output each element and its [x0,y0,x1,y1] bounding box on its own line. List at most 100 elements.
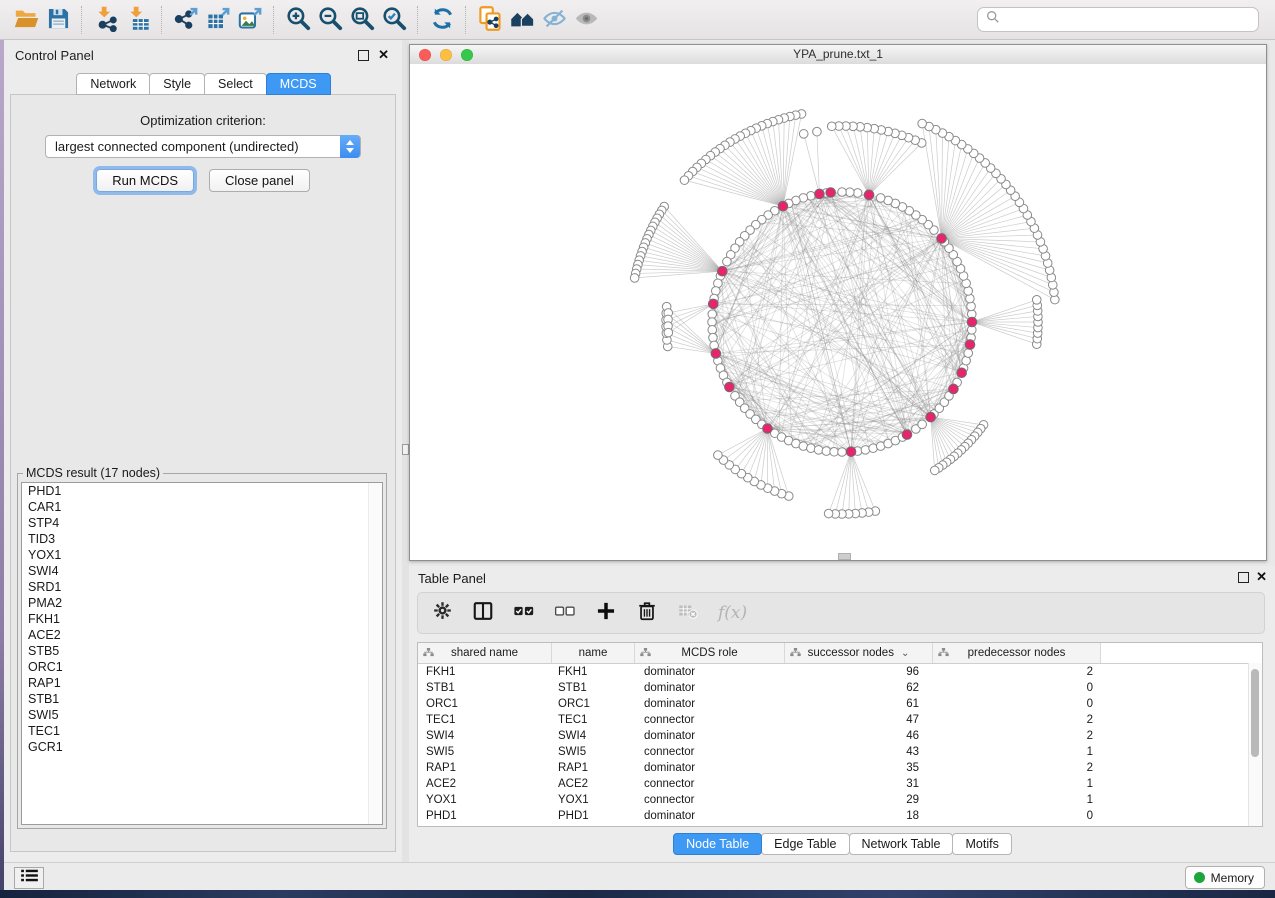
status-bar: Memory [4,862,1275,890]
mcds-result-item[interactable]: SRD1 [22,579,382,595]
optimization-criterion-select[interactable]: largest connected component (undirected) [45,135,361,158]
cell-name: SWI5 [552,746,635,758]
tab-style[interactable]: Style [149,73,205,95]
column-label: MCDS role [681,647,737,659]
add-row-button[interactable] [595,600,617,627]
memory-button[interactable]: Memory [1185,866,1265,889]
cell-name: RAP1 [552,762,635,774]
tab-node-table[interactable]: Node Table [673,833,762,855]
cell-successor-nodes: 43 [785,746,933,758]
close-panel-button[interactable]: Close panel [209,169,310,192]
cell-shared-name: SWI5 [418,746,552,758]
mcds-result-item[interactable]: RAP1 [22,675,382,691]
canvas-scrollbar-thumb[interactable] [838,553,851,560]
export-image-button[interactable] [234,5,266,35]
table-scrollbar[interactable] [1248,663,1262,826]
run-mcds-button[interactable]: Run MCDS [96,169,194,192]
cell-successor-nodes: 62 [785,682,933,694]
export-table-button[interactable] [202,5,234,35]
tab-motifs[interactable]: Motifs [952,833,1011,855]
zoom-fit-button[interactable] [346,5,378,35]
first-neighbors-button[interactable] [506,5,538,35]
cell-MCDS-role: dominator [635,666,785,678]
table-scrollbar-thumb[interactable] [1251,669,1259,757]
close-panel-icon[interactable]: ✕ [378,47,389,63]
table-panel: Table Panel ✕ f(x) shared namenameMCDS r… [409,566,1275,862]
column-header-predecessor-nodes[interactable]: predecessor nodes [933,643,1101,663]
mcds-result-item[interactable]: CAR1 [22,499,382,515]
optimization-criterion-label: Optimization criterion: [11,113,395,128]
table-row[interactable]: ACE2ACE2connector311 [418,776,1262,792]
table-row[interactable]: SWI5SWI5connector431 [418,744,1262,760]
import-table-button[interactable] [122,5,154,35]
float-table-panel-icon[interactable] [1238,572,1249,583]
table-row[interactable]: STB1STB1dominator620 [418,680,1262,696]
mcds-result-item[interactable]: STB1 [22,691,382,707]
control-panel-header: Control Panel ✕ [4,40,402,70]
show-all-button[interactable] [570,5,602,35]
attribute-settings-button[interactable] [432,600,453,626]
mcds-result-item[interactable]: STP4 [22,515,382,531]
column-label: shared name [451,647,518,659]
mcds-result-item[interactable]: ACE2 [22,627,382,643]
export-network-button[interactable] [170,5,202,35]
network-graph[interactable] [410,64,1266,560]
tab-network-table[interactable]: Network Table [849,833,954,855]
tab-select[interactable]: Select [204,73,267,95]
mcds-result-item[interactable]: STB5 [22,643,382,659]
column-header-MCDS-role[interactable]: MCDS role [635,643,785,663]
network-canvas[interactable] [410,64,1266,560]
new-network-from-selection-button[interactable] [474,5,506,35]
column-header-name[interactable]: name [552,643,635,663]
mcds-result-item[interactable]: SWI5 [22,707,382,723]
float-panel-icon[interactable] [358,50,369,61]
column-header-shared-name[interactable]: shared name [418,643,552,663]
table-row[interactable]: TEC1TEC1connector472 [418,712,1262,728]
select-all-button[interactable] [513,600,535,627]
mcds-result-item[interactable]: YOX1 [22,547,382,563]
mcds-result-item[interactable]: ORC1 [22,659,382,675]
table-row[interactable]: RAP1RAP1dominator352 [418,760,1262,776]
toggle-panel-button[interactable] [472,600,494,627]
cell-shared-name: YOX1 [418,794,552,806]
delete-row-button[interactable] [636,600,658,627]
apply-layout-button[interactable] [426,5,458,35]
table-row[interactable]: ORC1ORC1dominator610 [418,696,1262,712]
mcds-result-item[interactable]: TEC1 [22,723,382,739]
mcds-result-item[interactable]: GCR1 [22,739,382,755]
tab-network[interactable]: Network [76,73,150,95]
task-history-button[interactable] [14,867,44,889]
table-row[interactable]: PHD1PHD1dominator180 [418,808,1262,824]
search-input[interactable] [1005,12,1258,28]
deselect-all-button[interactable] [554,600,576,627]
close-table-panel-icon[interactable]: ✕ [1256,569,1267,585]
tab-mcds[interactable]: MCDS [266,73,331,95]
selected-criterion-value: largest connected component (undirected) [55,139,299,154]
splitter-handle[interactable] [402,444,409,455]
table-row[interactable]: SWI4SWI4dominator462 [418,728,1262,744]
save-session-button[interactable] [42,5,74,35]
column-header-successor-nodes[interactable]: successor nodes⌄ [785,643,933,663]
mcds-result-item[interactable]: PHD1 [22,483,382,499]
open-file-button[interactable] [10,5,42,35]
mcds-result-item[interactable]: SWI4 [22,563,382,579]
table-row[interactable]: FKH1FKH1dominator962 [418,664,1262,680]
zoom-out-button[interactable] [314,5,346,35]
mcds-result-item[interactable]: PMA2 [22,595,382,611]
tab-edge-table[interactable]: Edge Table [761,833,849,855]
network-window-titlebar[interactable]: YPA_prune.txt_1 [410,45,1266,65]
mcds-result-item[interactable]: TID3 [22,531,382,547]
hide-selected-button[interactable] [538,5,570,35]
toolbar-separator [161,6,163,34]
open-file-icon [13,5,40,37]
zoom-in-button[interactable] [282,5,314,35]
zoom-selected-button[interactable] [378,5,410,35]
cell-predecessor-nodes: 2 [933,730,1101,742]
import-network-button[interactable] [90,5,122,35]
mcds-result-list[interactable]: PHD1CAR1STP4TID3YOX1SWI4SRD1PMA2FKH1ACE2… [21,482,383,825]
panel-splitter[interactable] [402,40,409,862]
mcds-result-item[interactable]: FKH1 [22,611,382,627]
table-row[interactable]: YOX1YOX1connector291 [418,792,1262,808]
zoom-selected-icon [381,5,408,37]
mcds-list-scrollbar[interactable] [368,483,382,824]
